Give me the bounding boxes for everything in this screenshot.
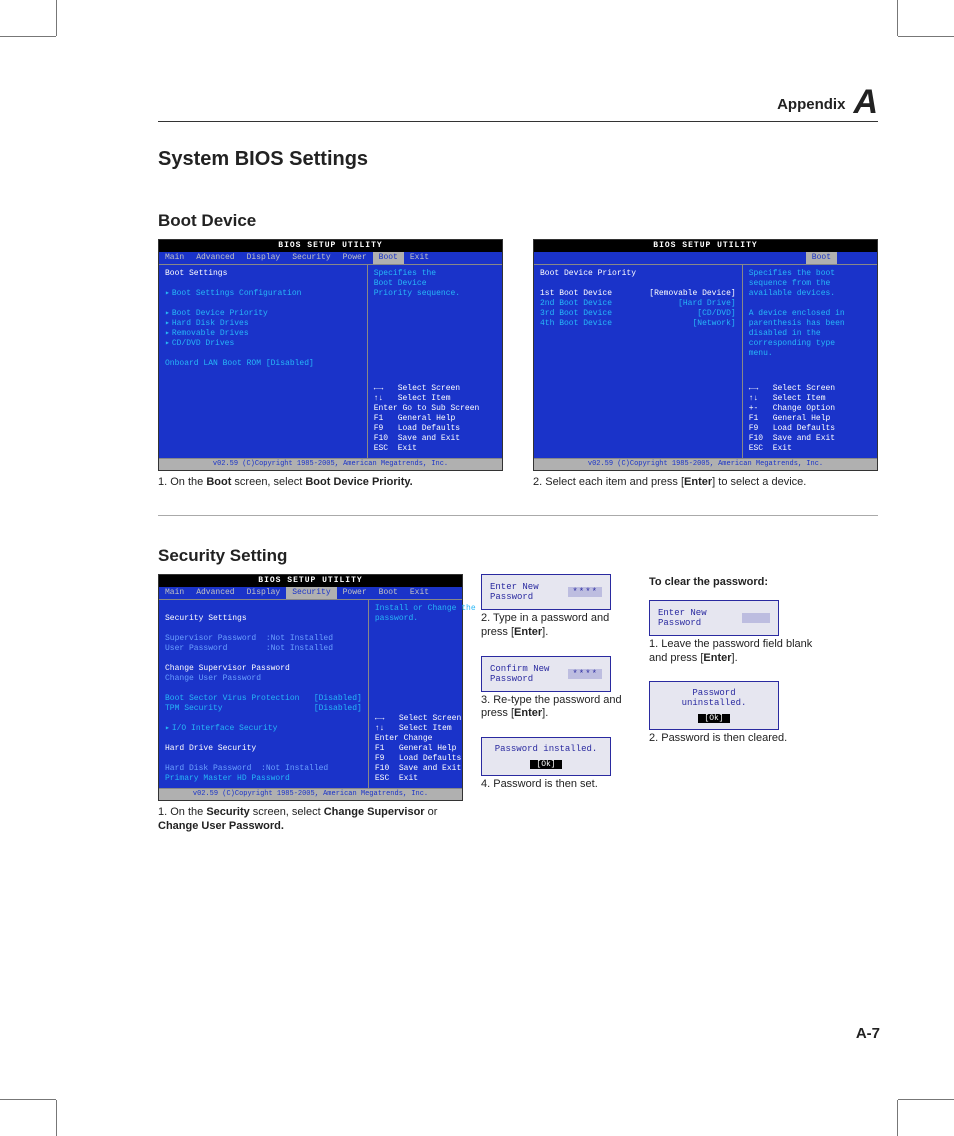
- appendix-header: Appendix A: [158, 85, 878, 122]
- password-installed-dialog: Password installed. [Ok]: [481, 737, 611, 776]
- panel-title: Boot Settings: [165, 269, 361, 279]
- menu-main[interactable]: Main: [159, 587, 190, 599]
- menu-display[interactable]: Display: [241, 587, 287, 599]
- boot-lan-rom[interactable]: Onboard LAN Boot ROM [Disabled]: [165, 359, 361, 369]
- bios-copyright: v02.59 (C)Copyright 1985-2005, American …: [159, 459, 502, 470]
- page-title: System BIOS Settings: [158, 148, 878, 171]
- step-caption: 4. Password is then set.: [481, 778, 631, 792]
- key-hints: ←→ Select Screen ↑↓ Select Item +- Chang…: [749, 384, 871, 454]
- dialog-label: Enter New Password: [658, 608, 742, 628]
- bios-boot-screen-1: BIOS SETUP UTILITY Main Advanced Display…: [158, 239, 503, 471]
- bios-title: BIOS SETUP UTILITY: [534, 240, 877, 252]
- menu-boot[interactable]: Boot: [373, 587, 404, 599]
- bios-title: BIOS SETUP UTILITY: [159, 240, 502, 252]
- step-caption: 1. Leave the password field blank and pr…: [649, 638, 819, 666]
- bios-copyright: v02.59 (C)Copyright 1985-2005, American …: [159, 789, 462, 800]
- bios-copyright: v02.59 (C)Copyright 1985-2005, American …: [534, 459, 877, 470]
- help-text: Install or Change the password.: [375, 604, 476, 624]
- boot-caption-1: 1. On the Boot screen, select Boot Devic…: [158, 475, 503, 489]
- dialog-label: Password installed.: [490, 744, 602, 754]
- security-caption-1: 1. On the Security screen, select Change…: [158, 805, 463, 834]
- step-caption: 2. Password is then cleared.: [649, 732, 819, 746]
- page-number: A-7: [856, 1025, 880, 1042]
- bios-menubar: Boot: [534, 252, 877, 264]
- enter-password-dialog-clear: Enter New Password: [649, 600, 779, 636]
- bios-menubar: Main Advanced Display Security Power Boo…: [159, 587, 462, 599]
- help-text: Specifies the Boot Device Priority seque…: [374, 269, 496, 299]
- bios-security-screen: BIOS SETUP UTILITY Main Advanced Display…: [158, 574, 463, 801]
- menu-power[interactable]: Power: [337, 252, 373, 264]
- ok-button[interactable]: [Ok]: [698, 714, 729, 723]
- boot-heading: Boot Device: [158, 211, 878, 231]
- password-field[interactable]: ****: [568, 669, 602, 679]
- step-caption: 3. Re-type the password and press [Enter…: [481, 694, 631, 722]
- bios-boot-screen-2: BIOS SETUP UTILITY Boot Boot Device Prio…: [533, 239, 878, 471]
- password-field-empty[interactable]: [742, 613, 770, 623]
- boot-order-row[interactable]: 2nd Boot Device[Hard Drive]: [540, 299, 736, 309]
- password-uninstalled-dialog: Password uninstalled. [Ok]: [649, 681, 779, 730]
- boot-item[interactable]: Boot Settings Configuration: [165, 289, 361, 299]
- clear-password-heading: To clear the password:: [649, 576, 768, 588]
- boot-order-row[interactable]: 4th Boot Device[Network]: [540, 319, 736, 329]
- key-hints: ←→ Select Screen ↑↓ Select Item Enter Ch…: [375, 714, 476, 784]
- menu-power[interactable]: Power: [337, 587, 373, 599]
- boot-item[interactable]: CD/DVD Drives: [165, 339, 361, 349]
- boot-item[interactable]: Boot Device Priority: [165, 309, 361, 319]
- appendix-label: Appendix: [777, 96, 845, 119]
- menu-security[interactable]: Security: [286, 587, 336, 599]
- panel-title: Boot Device Priority: [540, 269, 736, 279]
- menu-advanced[interactable]: Advanced: [190, 587, 240, 599]
- section-divider: [158, 515, 878, 516]
- enter-password-dialog: Enter New Password ****: [481, 574, 611, 610]
- menu-exit[interactable]: Exit: [404, 252, 435, 264]
- menu-boot[interactable]: Boot: [373, 252, 404, 264]
- dialog-label: Confirm New Password: [490, 664, 568, 684]
- bios-title: BIOS SETUP UTILITY: [159, 575, 462, 587]
- help-text: Specifies the boot sequence from the ava…: [749, 269, 871, 359]
- bios-menubar: Main Advanced Display Security Power Boo…: [159, 252, 502, 264]
- change-supervisor-password[interactable]: Change Supervisor Password: [165, 664, 290, 673]
- menu-advanced[interactable]: Advanced: [190, 252, 240, 264]
- menu-boot[interactable]: Boot: [806, 252, 837, 264]
- menu-security[interactable]: Security: [286, 252, 336, 264]
- boot-item[interactable]: Removable Drives: [165, 329, 361, 339]
- menu-main[interactable]: Main: [159, 252, 190, 264]
- confirm-password-dialog: Confirm New Password ****: [481, 656, 611, 692]
- password-field[interactable]: ****: [568, 587, 602, 597]
- boot-caption-2: 2. Select each item and press [Enter] to…: [533, 475, 878, 489]
- dialog-label: Password uninstalled.: [658, 688, 770, 708]
- ok-button[interactable]: [Ok]: [530, 760, 561, 769]
- boot-order-row[interactable]: 1st Boot Device[Removable Device]: [540, 289, 736, 299]
- dialog-label: Enter New Password: [490, 582, 568, 602]
- menu-exit[interactable]: Exit: [404, 587, 435, 599]
- key-hints: ←→ Select Screen ↑↓ Select Item Enter Go…: [374, 384, 496, 454]
- security-panel-body: Security Settings Supervisor Password :N…: [159, 600, 369, 788]
- security-heading: Security Setting: [158, 546, 878, 566]
- appendix-letter: A: [853, 85, 878, 119]
- boot-order-row[interactable]: 3rd Boot Device[CD/DVD]: [540, 309, 736, 319]
- boot-item[interactable]: Hard Disk Drives: [165, 319, 361, 329]
- menu-display[interactable]: Display: [241, 252, 287, 264]
- step-caption: 2. Type in a password and press [Enter].: [481, 612, 631, 640]
